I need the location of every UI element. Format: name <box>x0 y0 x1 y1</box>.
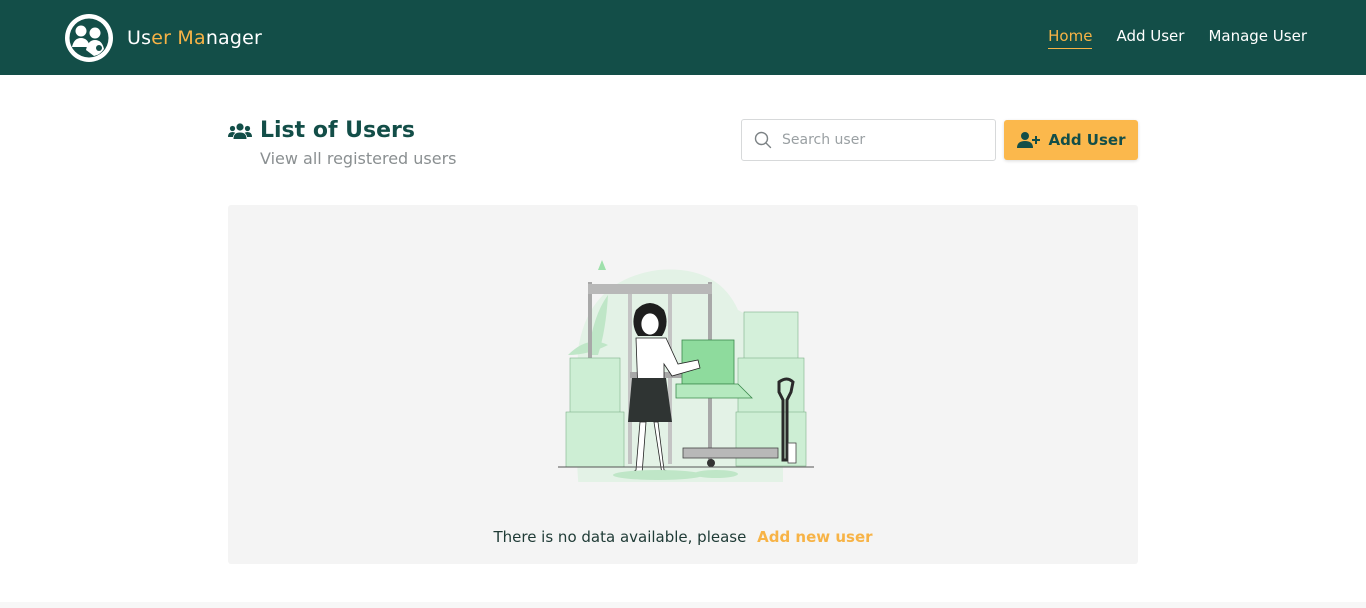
nav-manage-user[interactable]: Manage User <box>1208 27 1307 48</box>
header-actions: Add User <box>741 119 1138 161</box>
title-line: List of Users <box>228 118 457 143</box>
nav-home[interactable]: Home <box>1048 27 1093 49</box>
brand[interactable]: User Manager <box>64 13 262 63</box>
warehouse-woman-boxes-illustration <box>558 260 814 482</box>
add-user-button-label: Add User <box>1048 131 1126 149</box>
nav-add-user[interactable]: Add User <box>1116 27 1184 48</box>
brand-text-accent: er <box>151 26 172 49</box>
user-plus-icon <box>1016 132 1040 148</box>
page-title: List of Users <box>260 118 415 143</box>
empty-state-panel: There is no data available, please Add n… <box>228 205 1138 564</box>
page-header: List of Users View all registered users <box>228 118 1138 168</box>
brand-text-part: Us <box>127 26 152 49</box>
brand-text-part: nager <box>205 26 263 49</box>
brand-text-accent: Ma <box>177 26 206 49</box>
main-content: List of Users View all registered users <box>228 118 1138 168</box>
add-new-user-link[interactable]: Add new user <box>757 528 872 546</box>
search-icon <box>754 131 772 149</box>
add-user-button[interactable]: Add User <box>1004 120 1138 160</box>
users-icon <box>228 122 252 139</box>
search-input[interactable] <box>782 132 972 148</box>
empty-state-text: There is no data available, please <box>493 528 747 546</box>
brand-name: User Manager <box>127 27 262 49</box>
title-block: List of Users View all registered users <box>228 118 457 168</box>
top-navbar: User Manager Home Add User Manage User <box>0 0 1366 75</box>
empty-state-message: There is no data available, please Add n… <box>228 528 1138 546</box>
footer-divider <box>0 602 1366 608</box>
user-manager-logo-icon <box>65 13 113 62</box>
nav-links: Home Add User Manage User <box>1048 27 1307 49</box>
search-box[interactable] <box>741 119 996 161</box>
page-subtitle: View all registered users <box>260 149 457 168</box>
